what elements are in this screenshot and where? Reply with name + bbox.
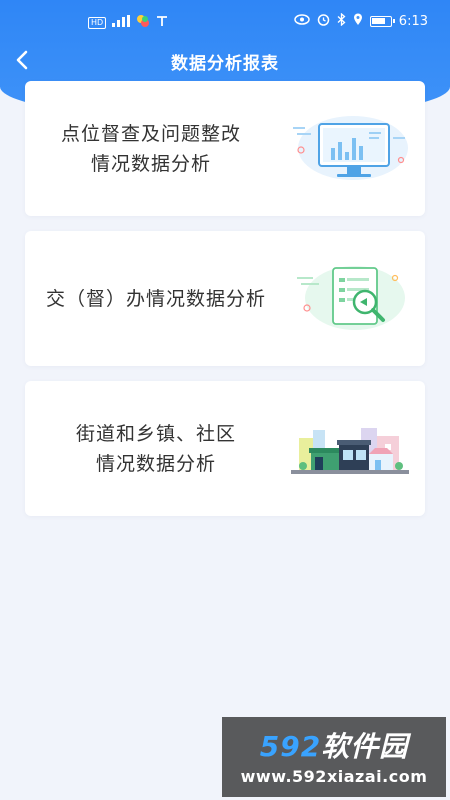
card-supervision[interactable]: 交（督）办情况数据分析 xyxy=(25,231,425,366)
card-label-line2: 情况数据分析 xyxy=(95,452,216,475)
monitor-chart-icon xyxy=(293,116,408,180)
watermark-brand-number: 592 xyxy=(259,730,322,763)
town-street-icon xyxy=(291,428,409,474)
card-label-line1: 街道和乡镇、社区 xyxy=(75,422,236,445)
status-right-icons: 6:13 xyxy=(294,12,428,30)
nav-bar: 数据分析报表 xyxy=(0,44,450,76)
location-icon xyxy=(353,13,363,30)
card-label-line1: 点位督查及问题整改 xyxy=(60,122,241,145)
hd-icon: HD xyxy=(88,17,107,29)
watermark-brand: 592软件园 xyxy=(222,725,446,765)
card-label: 交（督）办情况数据分析 xyxy=(25,231,287,366)
eye-icon xyxy=(294,14,310,29)
status-left-icons: HD xyxy=(88,14,168,32)
watermark-brand-text: 软件园 xyxy=(321,730,409,763)
alarm-icon xyxy=(317,13,330,30)
wifi-antenna-icon xyxy=(156,15,168,31)
page-title: 数据分析报表 xyxy=(171,54,279,74)
status-bar: HD 6:13 xyxy=(0,0,450,44)
card-point-inspection[interactable]: 点位督查及问题整改 情况数据分析 xyxy=(25,81,425,216)
card-label-line2: 情况数据分析 xyxy=(90,152,211,175)
card-label: 点位督查及问题整改 情况数据分析 xyxy=(25,81,277,216)
watermark-url: www.592xiazai.com xyxy=(240,767,428,786)
signal-icon xyxy=(112,15,131,31)
card-label: 街道和乡镇、社区 情况数据分析 xyxy=(25,381,287,516)
watermark: 592软件园 www.592xiazai.com xyxy=(222,717,446,797)
card-street-community[interactable]: 街道和乡镇、社区 情况数据分析 xyxy=(25,381,425,516)
card-label-line1: 交（督）办情况数据分析 xyxy=(45,287,266,310)
document-magnifier-icon xyxy=(297,266,405,330)
app-icon xyxy=(136,14,150,32)
status-time: 6:13 xyxy=(398,14,428,29)
bluetooth-icon xyxy=(337,12,346,30)
battery-icon xyxy=(369,16,395,27)
